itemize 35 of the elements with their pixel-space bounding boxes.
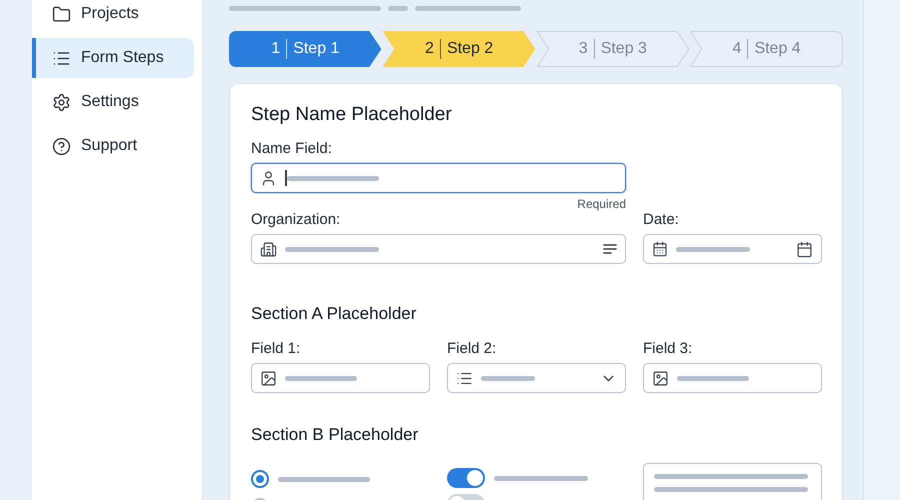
folder-icon: [52, 4, 71, 24]
field-label: Name Field:: [251, 140, 333, 157]
step-tab[interactable]: 2 Step 2: [382, 31, 536, 67]
placeholder-line: [388, 6, 408, 11]
section-title: Section B Placeholder: [251, 425, 420, 445]
calendar-icon: [652, 241, 668, 257]
organization-input[interactable]: [251, 234, 626, 264]
sidebar-item[interactable]: Settings: [32, 82, 194, 122]
date-input[interactable]: [643, 234, 822, 264]
field-label: Date:: [643, 211, 680, 228]
help-icon: [52, 136, 71, 156]
image-icon: [260, 370, 277, 386]
field-label: Organization:: [251, 211, 342, 228]
user-icon: [260, 170, 277, 186]
sidebar-item[interactable]: Support: [32, 126, 194, 166]
toggle-switch[interactable]: [447, 468, 485, 488]
name-input[interactable]: [251, 163, 626, 193]
select-dropdown[interactable]: [447, 363, 626, 393]
sidebar-item[interactable]: Projects: [32, 0, 194, 34]
helper-text: Required: [576, 197, 626, 211]
building-icon: [260, 240, 277, 258]
step-tab[interactable]: 1 Step 1: [229, 31, 382, 67]
section-title: Section A Placeholder: [251, 304, 418, 324]
calendar-icon: [796, 240, 813, 258]
image-icon: [652, 370, 669, 386]
field-label: Field 1:: [251, 340, 302, 357]
settings-icon: [52, 92, 71, 112]
form-title: Step Name Placeholder: [251, 104, 453, 126]
lines-icon: [603, 243, 617, 255]
image-input[interactable]: [251, 363, 430, 393]
sidebar-item[interactable]: Form Steps: [32, 38, 194, 78]
radio-button[interactable]: [251, 470, 269, 488]
field-label: Field 3:: [643, 340, 694, 357]
field-label: Field 2:: [447, 340, 498, 357]
image-input[interactable]: [643, 363, 822, 393]
